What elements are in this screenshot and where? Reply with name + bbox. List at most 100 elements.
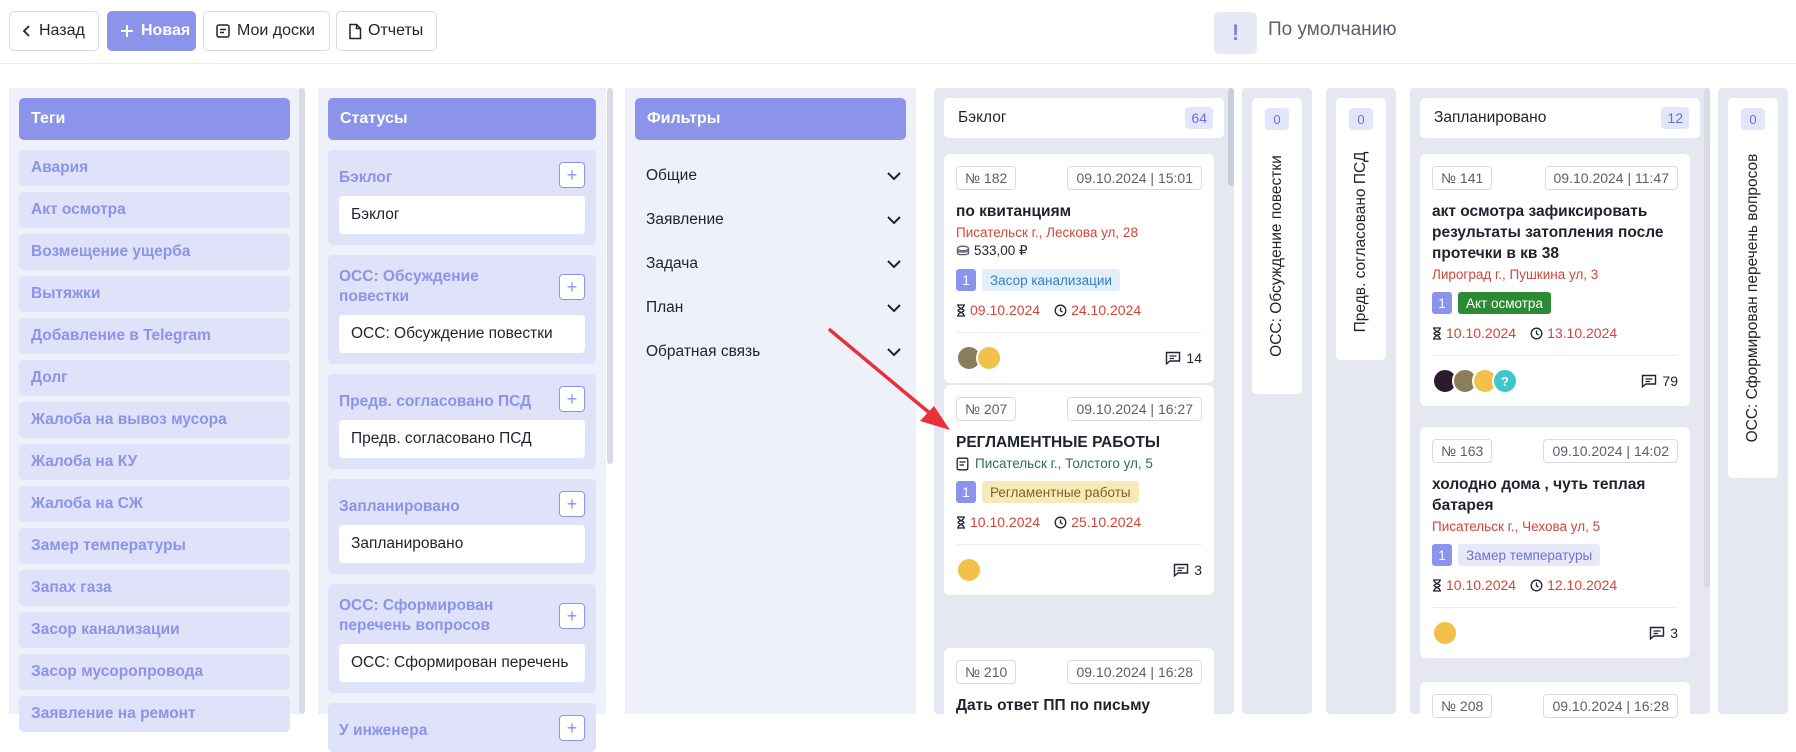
task-card[interactable]: № 208 09.10.2024 | 16:28	[1420, 682, 1690, 732]
tag-item[interactable]: Заявление на ремонт	[19, 696, 290, 732]
tag-item[interactable]: Жалоба на вывоз мусора	[19, 402, 290, 438]
tag-item[interactable]: Авария	[19, 150, 290, 186]
comments-count[interactable]: 3	[1173, 562, 1202, 578]
task-card[interactable]: № 141 09.10.2024 | 11:47 акт осмотра заф…	[1420, 154, 1690, 406]
board-column-collapsed[interactable]: 0 ОСС: Обсуждение повестки	[1242, 88, 1312, 714]
task-datetime: 09.10.2024 | 16:28	[1067, 660, 1202, 684]
house-doc-icon	[956, 457, 969, 470]
tag-item[interactable]: Замер температуры	[19, 528, 290, 564]
tag-item[interactable]: Жалоба на КУ	[19, 444, 290, 480]
tag-item[interactable]: Долг	[19, 360, 290, 396]
task-tag[interactable]: Засор канализации	[982, 269, 1120, 291]
task-card[interactable]: № 207 09.10.2024 | 16:27 РЕГЛАМЕНТНЫЕ РА…	[944, 385, 1214, 595]
status-name-input[interactable]: ОСС: Обсуждение повестки	[339, 315, 585, 353]
clock-icon	[1054, 516, 1067, 528]
status-item: ОСС: Обсуждение повестки + ОСС: Обсужден…	[328, 255, 596, 364]
tag-item[interactable]: Запах газа	[19, 570, 290, 606]
avatar[interactable]: ?	[1492, 368, 1518, 394]
task-tag[interactable]: Регламентные работы	[982, 481, 1139, 503]
comments-count[interactable]: 3	[1649, 625, 1678, 641]
column-title: Запланировано	[1434, 109, 1547, 126]
chevron-down-icon	[887, 172, 901, 181]
comments-value: 14	[1186, 350, 1202, 366]
status-name-input[interactable]: Предв. согласовано ПСД	[339, 420, 585, 458]
assignee-avatars	[956, 345, 1002, 371]
status-name-input[interactable]: ОСС: Сформирован перечень	[339, 644, 585, 682]
filter-group-task[interactable]: Задача	[635, 242, 906, 286]
task-address: Лирогpад г., Пушкина ул, 3	[1432, 267, 1599, 282]
due-date: 24.10.2024	[1054, 302, 1141, 318]
board-icon	[216, 24, 230, 38]
task-datetime: 09.10.2024 | 16:27	[1067, 397, 1202, 421]
filter-label: Задача	[646, 255, 699, 272]
status-name-input[interactable]: Запланировано	[339, 525, 585, 563]
filter-group-application[interactable]: Заявление	[635, 198, 906, 242]
new-button[interactable]: Новая	[107, 11, 196, 51]
column-count-badge: 0	[1265, 108, 1289, 130]
task-card[interactable]: № 182 09.10.2024 | 15:01 по квитанциям П…	[944, 154, 1214, 383]
task-title: РЕГЛАМЕНТНЫЕ РАБОТЫ	[956, 434, 1161, 451]
add-status-button[interactable]: +	[559, 274, 585, 300]
document-icon	[349, 23, 362, 39]
comments-count[interactable]: 14	[1165, 350, 1202, 366]
status-title: Бэклог	[339, 169, 393, 186]
start-date-value: 09.10.2024	[970, 302, 1041, 318]
reports-button[interactable]: Отчеты	[336, 11, 437, 51]
planned-scrollbar[interactable]	[1704, 88, 1710, 588]
status-title: Предв. согласовано ПСД	[339, 393, 532, 410]
task-card[interactable]: № 163 09.10.2024 | 14:02 холодно дома , …	[1420, 427, 1690, 658]
task-title: акт осмотра зафиксировать результаты зат…	[1432, 203, 1664, 262]
tag-item[interactable]: Засор мусоропровода	[19, 654, 290, 690]
add-status-button[interactable]: +	[559, 603, 585, 629]
board-column-collapsed[interactable]: 0 ОСС: Сформирован перечень вопросов	[1718, 88, 1788, 714]
assignee-avatars: ?	[1432, 368, 1518, 394]
task-number: № 207	[956, 397, 1017, 421]
toolbar: Назад Новая Мои доски Отчеты ! По умолча…	[0, 0, 1796, 64]
collapsed-column-card[interactable]: 0 ОСС: Сформирован перечень вопросов	[1728, 98, 1778, 478]
tag-item[interactable]: Вытяжки	[19, 276, 290, 312]
status-name-input[interactable]: Бэклог	[339, 196, 585, 234]
clock-icon	[1530, 579, 1543, 591]
status-item: ОСС: Сформирован перечень вопросов + ОСС…	[328, 584, 596, 693]
due-date-value: 13.10.2024	[1547, 325, 1618, 341]
tags-scrollbar[interactable]	[299, 88, 305, 714]
tag-item[interactable]: Акт осмотра	[19, 192, 290, 228]
avatar[interactable]	[976, 345, 1002, 371]
collapsed-column-card[interactable]: 0 ОСС: Обсуждение повестки	[1252, 98, 1302, 394]
status-list: Бэклог + Бэклог ОСС: Обсуждение повестки…	[328, 150, 596, 752]
tag-item[interactable]: Засор канализации	[19, 612, 290, 648]
tags-panel-title: Теги	[19, 98, 290, 140]
comment-icon	[1642, 374, 1657, 388]
column-title: ОСС: Обсуждение повестки	[1268, 155, 1285, 357]
backlog-scrollbar[interactable]	[1228, 88, 1234, 186]
coins-icon	[956, 245, 970, 256]
statuses-scrollbar[interactable]	[607, 88, 613, 464]
column-title: Предв. согласовано ПСД	[1352, 151, 1369, 333]
comments-value: 3	[1670, 625, 1678, 641]
task-datetime: 09.10.2024 | 16:28	[1543, 694, 1678, 718]
task-number: № 163	[1432, 439, 1493, 463]
tag-item[interactable]: Добавление в Telegram	[19, 318, 290, 354]
tag-item[interactable]: Жалоба на СЖ	[19, 486, 290, 522]
view-name[interactable]: По умолчанию	[1268, 19, 1397, 41]
add-status-button[interactable]: +	[559, 386, 585, 412]
add-status-button[interactable]: +	[559, 715, 585, 741]
back-button[interactable]: Назад	[9, 11, 99, 51]
add-status-button[interactable]: +	[559, 162, 585, 188]
task-title: Дать ответ ПП по письму	[956, 697, 1151, 714]
hourglass-icon	[957, 515, 965, 529]
task-tag[interactable]: Акт осмотра	[1458, 292, 1551, 314]
board-column-collapsed[interactable]: 0 Предв. согласовано ПСД	[1326, 88, 1396, 714]
avatar[interactable]	[956, 557, 982, 583]
filter-group-general[interactable]: Общие	[635, 154, 906, 198]
task-card[interactable]: № 210 09.10.2024 | 16:28 Дать ответ ПП п…	[944, 648, 1214, 728]
comments-count[interactable]: 79	[1641, 373, 1678, 389]
collapsed-column-card[interactable]: 0 Предв. согласовано ПСД	[1336, 98, 1386, 360]
avatar[interactable]	[1432, 620, 1458, 646]
view-exclamation-icon[interactable]: !	[1214, 12, 1257, 54]
comment-icon	[1650, 626, 1665, 640]
my-boards-button[interactable]: Мои доски	[203, 11, 330, 51]
tag-item[interactable]: Возмещение ущерба	[19, 234, 290, 270]
task-tag[interactable]: Замер температуры	[1458, 544, 1601, 566]
add-status-button[interactable]: +	[559, 491, 585, 517]
